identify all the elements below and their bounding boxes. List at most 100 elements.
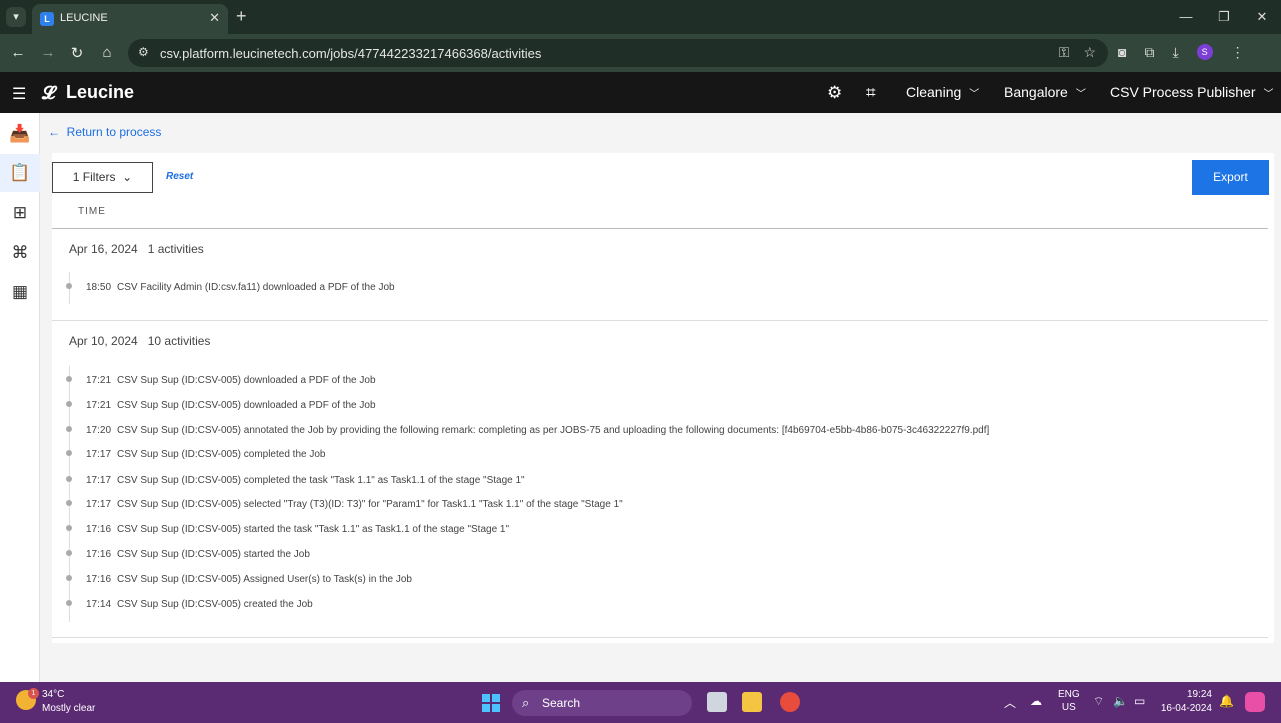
activity-text: CSV Sup Sup (ID:CSV-005) created the Job	[117, 599, 313, 610]
filters-label: 1 Filters	[72, 170, 116, 184]
input-language-indicator[interactable]: ENG US	[1058, 688, 1080, 714]
site-dropdown[interactable]: Bangalore ﹀	[1004, 84, 1086, 100]
return-label: Return to process	[66, 125, 162, 139]
activity-row: 17:16 CSV Sup Sup (ID:CSV-005) started th…	[66, 549, 310, 560]
download-icon[interactable]: ⤓	[1172, 44, 1178, 61]
activity-row: 17:17 CSV Sup Sup (ID:CSV-005) completed …	[66, 449, 325, 460]
activity-time: 17:17	[86, 475, 112, 486]
timeline-dot	[66, 525, 72, 531]
password-key-icon[interactable]: ⚿	[1059, 44, 1070, 61]
notification-bell-icon[interactable]: 🔔	[1219, 694, 1234, 708]
volume-icon[interactable]: 🔈	[1113, 694, 1128, 708]
activity-row: 17:17 CSV Sup Sup (ID:CSV-005) selected "…	[66, 499, 623, 510]
role-dropdown[interactable]: CSV Process Publisher ﹀	[1110, 84, 1274, 100]
activity-text: CSV Sup Sup (ID:CSV-005) started the Job	[117, 549, 310, 560]
activity-time: 17:14	[86, 599, 112, 610]
search-icon: ⌕	[522, 695, 530, 710]
close-window-icon[interactable]: ✕	[1243, 0, 1281, 34]
tab-search-chevron-icon[interactable]: ▾	[6, 7, 26, 27]
timeline-dot	[66, 500, 72, 506]
activity-time: 18:50	[86, 282, 112, 293]
processes-icon[interactable]: ⊞	[0, 194, 40, 232]
activities-panel	[52, 153, 1274, 643]
day-date: Apr 16, 2024	[69, 242, 138, 256]
activity-row: 17:21 CSV Sup Sup (ID:CSV-005) downloaded…	[66, 400, 376, 411]
time-column-header: TIME	[78, 206, 106, 217]
onedrive-cloud-icon[interactable]: ☁	[1030, 694, 1042, 708]
system-clock[interactable]: 19:24 16-04-2024	[1160, 688, 1212, 716]
day-divider	[52, 320, 1268, 321]
timeline-dot	[66, 283, 72, 289]
reset-filters-link[interactable]: Reset	[166, 171, 193, 182]
weather-temperature: 34°C	[42, 689, 65, 700]
browser-address-bar: ← → ↻ ⌂ ⚙ csv.platform.leucinetech.com/j…	[0, 34, 1281, 72]
browser-menu-icon[interactable]: ⋮	[1231, 44, 1245, 61]
windows-start-icon[interactable]	[482, 694, 500, 712]
day-group-header: Apr 10, 2024 10 activities	[69, 334, 210, 348]
home-icon[interactable]: ⌂	[97, 44, 117, 61]
activity-time: 17:20	[86, 425, 112, 436]
site-info-icon[interactable]: ⚙	[138, 45, 149, 59]
forward-arrow-icon[interactable]: →	[38, 44, 58, 61]
activity-row: 17:17 CSV Sup Sup (ID:CSV-005) completed …	[66, 475, 525, 486]
return-to-process-link[interactable]: ← Return to process	[48, 125, 161, 139]
back-arrow-icon[interactable]: ←	[8, 44, 28, 61]
activity-text: CSV Sup Sup (ID:CSV-005) downloaded a PD…	[117, 400, 376, 411]
chevron-down-icon: ﹀	[1075, 89, 1086, 100]
new-tab-plus-icon[interactable]: +	[236, 6, 247, 27]
scan-qr-icon[interactable]: ⌗	[866, 83, 876, 103]
leucine-logo[interactable]: 𝓛 Leucine	[42, 82, 134, 103]
hamburger-menu-icon[interactable]: ☰	[12, 84, 26, 104]
extensions-puzzle-icon[interactable]: ⧉	[1144, 44, 1154, 61]
activity-row: 17:16 CSV Sup Sup (ID:CSV-005) Assigned U…	[66, 574, 412, 585]
close-tab-icon[interactable]: ✕	[209, 10, 220, 26]
activity-text: CSV Sup Sup (ID:CSV-005) started the tas…	[117, 524, 510, 535]
reload-icon[interactable]: ↻	[67, 44, 87, 62]
bookmark-star-icon[interactable]: ☆	[1083, 44, 1096, 61]
activity-time: 17:16	[86, 524, 112, 535]
url-input[interactable]: ⚙ csv.platform.leucinetech.com/jobs/4774…	[128, 39, 1108, 67]
role-label: CSV Process Publisher	[1110, 84, 1256, 100]
lang-secondary: US	[1061, 702, 1076, 713]
export-button[interactable]: Export	[1192, 160, 1269, 195]
browser-tab-bar: ▾ L LEUCINE ✕ + — ❐ ✕	[0, 0, 1281, 34]
battery-icon[interactable]: ▭	[1134, 694, 1145, 708]
day-activity-count: 1 activities	[147, 242, 204, 256]
timeline-dot	[66, 376, 72, 382]
weather-notification-badge: 1	[28, 688, 39, 699]
profile-avatar[interactable]: S	[1196, 44, 1213, 60]
browser-tab[interactable]: L LEUCINE ✕	[32, 4, 228, 34]
ontology-device-icon[interactable]: ▦	[0, 273, 40, 311]
activity-row: 18:50 CSV Facility Admin (ID:csv.fa11) do…	[66, 282, 395, 293]
timeline-dot	[66, 476, 72, 482]
activity-text: CSV Sup Sup (ID:CSV-005) downloaded a PD…	[117, 375, 376, 386]
task-view-icon[interactable]	[707, 692, 727, 712]
settings-gear-icon[interactable]: ⚙	[827, 83, 842, 103]
timeline-dot	[66, 426, 72, 432]
inbox-icon[interactable]: 📥	[0, 115, 40, 153]
wifi-icon[interactable]: ⌔	[1093, 694, 1104, 709]
filters-dropdown-button[interactable]: 1 Filters ⌄	[52, 162, 153, 193]
jobs-clipboard-icon[interactable]: 📋	[0, 154, 40, 192]
activity-time: 17:16	[86, 549, 112, 560]
restore-icon[interactable]: ❐	[1205, 0, 1243, 34]
timeline-dot	[66, 600, 72, 606]
copilot-icon[interactable]	[1245, 692, 1265, 712]
file-explorer-icon[interactable]	[742, 692, 762, 712]
hierarchy-icon[interactable]: ⌘	[0, 234, 40, 272]
site-label: Bangalore	[1004, 84, 1068, 100]
clock-time: 19:24	[1186, 689, 1212, 700]
windows-taskbar: 1 34°C Mostly clear ⌕ Search ︿ ☁ ENG US …	[0, 682, 1281, 723]
day-group-header: Apr 16, 2024 1 activities	[69, 242, 204, 256]
left-sidebar: 📥 📋 ⊞ ⌘ ▦	[0, 113, 40, 682]
camera-extension-icon[interactable]: ◙	[1118, 44, 1126, 61]
timeline-dot	[66, 450, 72, 456]
facility-dropdown[interactable]: Cleaning ﹀	[906, 84, 979, 100]
minimize-icon[interactable]: —	[1167, 0, 1205, 34]
taskbar-search-input[interactable]: ⌕ Search	[512, 690, 692, 716]
activity-text: CSV Sup Sup (ID:CSV-005) Assigned User(s…	[117, 574, 412, 585]
tray-overflow-chevron-icon[interactable]: ︿	[1004, 694, 1016, 711]
chrome-icon[interactable]	[780, 692, 800, 712]
activity-text: CSV Sup Sup (ID:CSV-005) annotated the J…	[117, 425, 990, 436]
activity-time: 17:16	[86, 574, 112, 585]
